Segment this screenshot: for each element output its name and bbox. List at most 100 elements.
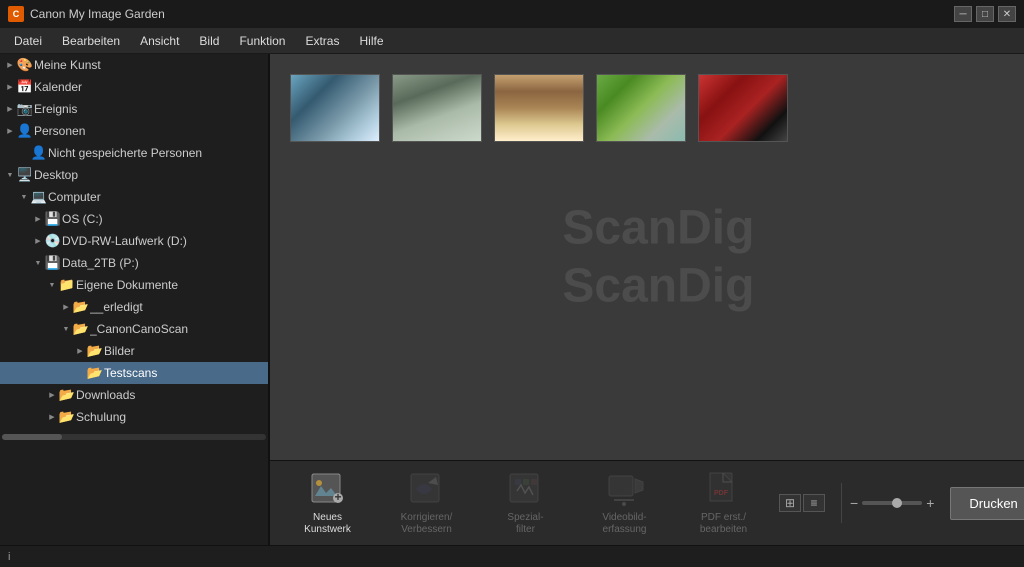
menu-item-extras[interactable]: Extras [295,30,349,52]
sidebar-hscroll[interactable] [0,432,268,442]
sidebar-item-eigene-dok[interactable]: ▼📁Eigene Dokumente [0,274,268,296]
sidebar-item-ereignis[interactable]: ▶📷Ereignis [0,98,268,120]
minimize-button[interactable]: ─ [954,6,972,22]
computer-icon: 💻 [30,189,48,205]
folder-yellow-icon: 📂 [86,365,104,381]
statusbar: i [0,545,1024,567]
folder-yellow-icon: 📂 [72,299,90,315]
event-icon: 📷 [16,101,34,117]
sidebar-label: Schulung [76,410,126,424]
sidebar[interactable]: ▶🎨Meine Kunst▶📅Kalender▶📷Ereignis▶👤Perso… [0,54,270,545]
menu-item-hilfe[interactable]: Hilfe [349,30,393,52]
status-info[interactable]: i [8,551,10,563]
sidebar-label: __erledigt [90,300,143,314]
tree-arrow: ▶ [74,347,86,355]
sidebar-label: Meine Kunst [34,58,101,72]
tree-arrow: ▼ [18,194,30,201]
titlebar: C Canon My Image Garden ─ □ ✕ [0,0,1024,28]
maximize-button[interactable]: □ [976,6,994,22]
close-button[interactable]: ✕ [998,6,1016,22]
tool-button-neues-kunstwerk[interactable]: + Neues Kunstwerk [280,466,375,541]
sidebar-label: Data_2TB (P:) [62,256,139,270]
menu-item-datei[interactable]: Datei [4,30,52,52]
dvd-icon: 💿 [44,233,62,249]
sidebar-item-erledigt[interactable]: ▶📂__erledigt [0,296,268,318]
sidebar-label: DVD-RW-Laufwerk (D:) [62,234,187,248]
sidebar-label: Ereignis [34,102,77,116]
sidebar-item-testscans[interactable]: 📂Testscans [0,362,268,384]
zoom-thumb[interactable] [892,498,902,508]
tool-label: PDF erst./ bearbeiten [700,512,747,536]
tool-label: Spezial- filter [507,512,543,536]
sidebar-item-personen[interactable]: ▶👤Personen [0,120,268,142]
menu-item-funktion[interactable]: Funktion [229,30,295,52]
sidebar-label: OS (C:) [62,212,103,226]
neues-kunstwerk-icon: + [308,471,348,508]
folder-yellow-icon: 📂 [86,343,104,359]
thumbnail-3[interactable] [494,74,584,142]
sidebar-label: Downloads [76,388,135,402]
hscroll-thumb[interactable] [2,434,62,440]
sidebar-item-kunst[interactable]: ▶🎨Meine Kunst [0,54,268,76]
tree-arrow: ▶ [60,303,72,311]
folder-yellow-icon: 📂 [72,321,90,337]
print-button[interactable]: Drucken [950,487,1024,520]
tree-arrow: ▶ [4,127,16,135]
sidebar-item-bilder[interactable]: ▶📂Bilder [0,340,268,362]
thumbnail-2[interactable] [392,74,482,142]
tool-label: Korrigieren/ Verbessern [401,512,453,536]
toolbar-separator [841,483,842,523]
zoom-area: −+ [850,495,934,511]
sidebar-item-desktop[interactable]: ▼🖥️Desktop [0,164,268,186]
menubar: DateiBearbeitenAnsichtBildFunktionExtras… [0,28,1024,54]
svg-text:PDF: PDF [714,490,729,497]
sidebar-item-kalender[interactable]: ▶📅Kalender [0,76,268,98]
person-icon: 👤 [16,123,34,139]
sidebar-label: Personen [34,124,85,138]
window-controls: ─ □ ✕ [954,6,1016,22]
korrigieren-icon [407,471,447,508]
spezialfilter-icon [506,471,546,508]
sidebar-item-canon-scan[interactable]: ▼📂_CanonCanoScan [0,318,268,340]
tree-arrow: ▶ [32,237,44,245]
zoom-slider[interactable] [862,501,922,505]
sidebar-item-data2tb[interactable]: ▼💾Data_2TB (P:) [0,252,268,274]
tree-arrow: ▼ [4,172,16,179]
sidebar-item-nicht-gespeichert[interactable]: 👤Nicht gespeicherte Personen [0,142,268,164]
tool-button-spezialfilter: Spezial- filter [478,466,573,541]
thumbnail-1[interactable] [290,74,380,142]
tree-arrow: ▼ [46,282,58,289]
menu-item-bild[interactable]: Bild [189,30,229,52]
sidebar-label: Desktop [34,168,78,182]
menu-item-ansicht[interactable]: Ansicht [130,30,189,52]
thumbnail-4[interactable] [596,74,686,142]
main-layout: ▶🎨Meine Kunst▶📅Kalender▶📷Ereignis▶👤Perso… [0,54,1024,545]
zoom-minus-button[interactable]: − [850,495,858,511]
tool-button-videobild: Videobild- erfassung [577,466,672,541]
sidebar-item-computer[interactable]: ▼💻Computer [0,186,268,208]
sidebar-label: Bilder [104,344,135,358]
tool-button-korrigieren: Korrigieren/ Verbessern [379,466,474,541]
person-icon: 👤 [30,145,48,161]
view-controls: ⊞≡ [779,494,825,512]
menu-item-bearbeiten[interactable]: Bearbeiten [52,30,130,52]
tree-arrow: ▶ [4,105,16,113]
folder-yellow-icon: 📂 [58,409,76,425]
thumbnail-5[interactable] [698,74,788,142]
drive2-icon: 💾 [44,255,62,271]
grid-view-button[interactable]: ⊞ [779,494,801,512]
sidebar-item-schulung[interactable]: ▶📂Schulung [0,406,268,428]
calendar-icon: 📅 [16,79,34,95]
watermark: ScanDigScanDig [562,199,754,314]
tree-arrow: ▼ [32,260,44,267]
sidebar-item-os-c[interactable]: ▶💾OS (C:) [0,208,268,230]
sidebar-item-downloads[interactable]: ▶📂Downloads [0,384,268,406]
sidebar-item-dvd[interactable]: ▶💿DVD-RW-Laufwerk (D:) [0,230,268,252]
titlebar-left: C Canon My Image Garden [8,6,165,22]
folder-icon: 📁 [58,277,76,293]
art-icon: 🎨 [16,57,34,73]
zoom-plus-button[interactable]: + [926,495,934,511]
sidebar-label: _CanonCanoScan [90,322,188,336]
list-view-button[interactable]: ≡ [803,494,825,512]
tree-arrow: ▶ [46,413,58,421]
